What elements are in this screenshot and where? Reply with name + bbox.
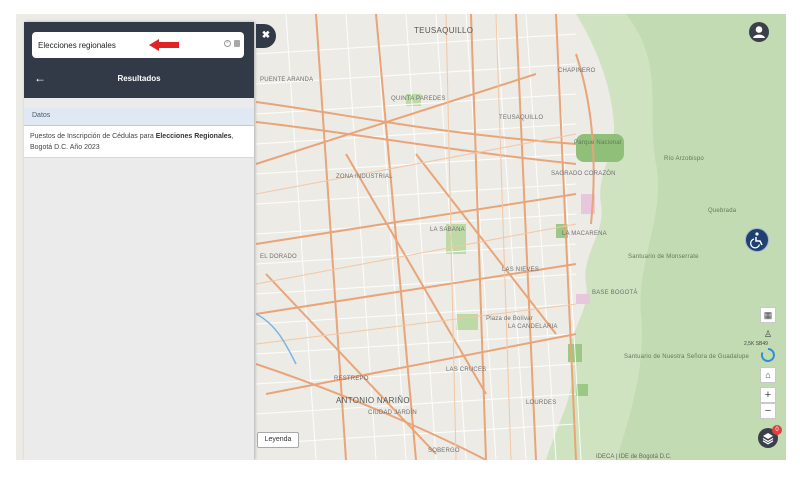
legend-button[interactable]: Leyenda [257, 432, 299, 448]
place-label: QUINTA PAREDES [391, 96, 446, 102]
user-account-button[interactable] [749, 22, 769, 42]
home-icon: ⌂ [765, 370, 771, 380]
place-label: BASE BOGOTÁ [592, 290, 638, 296]
map-icon: ▦ [763, 310, 773, 320]
place-label: LOURDES [526, 400, 557, 406]
place-label: Santuario de Nuestra Señora de Guadalupe [624, 354, 750, 360]
search-panel: × ← Resultados Datos Puestos de Inscripc… [24, 22, 254, 460]
close-icon: ✖ [261, 30, 271, 41]
accessibility-button[interactable] [745, 228, 769, 252]
place-label: RESTREPO [334, 376, 369, 382]
spinner-icon [760, 348, 775, 362]
place-label: CIUDAD JARDÍN [368, 410, 417, 416]
place-label: Santuario de Monserrate [628, 254, 699, 260]
red-arrow-icon [149, 39, 179, 51]
layers-count-badge: 0 [772, 425, 782, 435]
place-label: LA MACARENA [562, 231, 607, 237]
pegman-icon: ♙ [763, 329, 773, 339]
result-text: Puestos de Inscripción de Cédulas para E… [30, 131, 245, 153]
place-label: SAGRADO CORAZÓN [551, 171, 616, 177]
place-label: PUENTE ARANDA [260, 77, 314, 83]
place-label: Río Arzobispo [664, 156, 704, 162]
map-attribution: IDECA | IDE de Bogotá D.C. [596, 454, 672, 460]
place-label: LAS NIEVES [502, 267, 540, 273]
result-highlight-2: Regionales [194, 133, 232, 140]
place-label: TEUSAQUILLO [414, 26, 474, 35]
home-button[interactable]: ⌂ [760, 367, 776, 383]
result-prefix: Puestos de Inscripción de Cédulas para [30, 133, 156, 140]
app-frame: TEUSAQUILLO CHAPINERO QUINTA PAREDES PUE… [16, 14, 786, 460]
place-label: SOBERGO [428, 448, 460, 454]
place-label: Plaza de Bolívar [486, 316, 533, 322]
results-bar: ← Resultados [24, 67, 254, 91]
zoom-out-button[interactable]: − [760, 403, 776, 419]
wheelchair-icon [750, 232, 763, 249]
filter-icon[interactable] [234, 40, 240, 47]
section-label: Datos [32, 112, 51, 119]
place-label: TEUSAQUILLO [499, 115, 544, 121]
result-highlight-1: Elecciones [155, 133, 193, 140]
section-header-datos[interactable]: Datos [24, 108, 254, 126]
clear-search-icon[interactable]: × [224, 40, 231, 47]
user-icon [753, 26, 765, 38]
result-item[interactable]: Puestos de Inscripción de Cédulas para E… [24, 126, 254, 158]
loading-indicator [760, 347, 776, 363]
place-label: ANTONIO NARIÑO [336, 396, 410, 405]
place-label: EL DORADO [260, 254, 297, 260]
results-title: Resultados [117, 74, 161, 83]
zoom-in-button[interactable]: + [760, 387, 776, 403]
place-label: LAS CRUCES [446, 367, 487, 373]
place-label: CHAPINERO [558, 68, 596, 74]
place-label: Parque Nacional [574, 140, 622, 146]
place-label: LA CANDELARIA [508, 324, 558, 330]
basemap-button[interactable]: ▦ [760, 307, 776, 323]
place-label: Quebrada [708, 208, 737, 214]
place-label: LA SABANA [430, 227, 465, 233]
panel-header: × ← Resultados [24, 22, 254, 98]
search-box[interactable]: × [32, 32, 244, 58]
place-label: ZONA INDUSTRIAL [336, 174, 393, 180]
